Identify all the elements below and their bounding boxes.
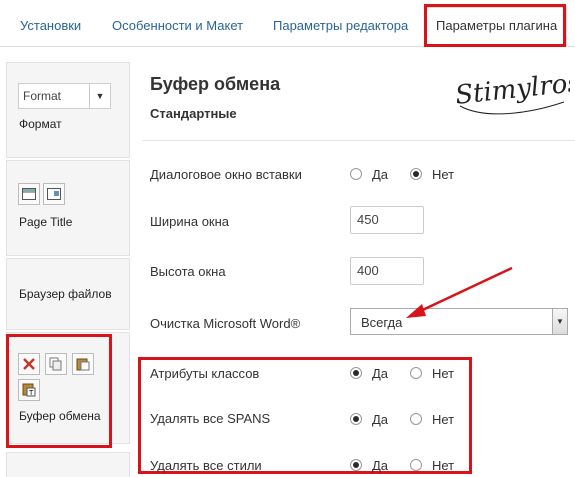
page-title-icon [18,183,40,205]
paste-dialog-no-label: Нет [432,167,455,182]
paste-dialog-label: Диалоговое окно вставки [150,167,302,182]
remove-spans-yes-label: Да [372,412,389,427]
chevron-down-icon[interactable]: ▼ [552,309,567,334]
tab-plugin-params[interactable]: Параметры плагина [426,7,568,46]
tab-bar: Установки Особенности и Макет Параметры … [0,0,575,47]
class-attrs-yes-label: Да [372,366,389,381]
paste-dialog-yes-label: Да [372,167,389,182]
remove-spans-yes-radio[interactable] [350,413,362,425]
sidebar-item-label: Формат [19,117,62,131]
remove-styles-no-radio[interactable] [410,459,422,471]
divider [142,140,575,141]
tab-settings[interactable]: Установки [20,0,81,46]
sidebar-item-format[interactable]: Format ▼ Формат [6,62,130,158]
paste-icon [72,353,94,375]
paste-dialog-yes-radio[interactable] [350,168,362,180]
window-width-label: Ширина окна [150,214,230,229]
copy-icon [45,353,67,375]
remove-styles-label: Удалять все стили [150,458,262,473]
svg-text:T: T [29,390,34,397]
sidebar-item-file-browser[interactable]: Браузер файлов [6,258,130,330]
signature-watermark: Stimylrosta [452,58,575,128]
paste-text-icon: T [18,379,40,401]
sidebar-item-label: Браузер файлов [19,287,112,301]
sidebar-item-clipboard[interactable]: T Буфер обмена [6,332,130,444]
section-title: Стандартные [150,106,237,121]
window-height-label: Высота окна [150,264,226,279]
word-cleanup-value: Всегда [361,315,403,330]
tab-editor-params[interactable]: Параметры редактора [273,0,408,46]
word-cleanup-label: Очистка Microsoft Word® [150,316,301,331]
format-select[interactable]: Format ▼ [18,83,111,109]
paste-dialog-no-radio[interactable] [410,168,422,180]
class-attrs-label: Атрибуты классов [150,366,260,381]
sidebar-item-page-title[interactable]: Page Title [6,160,130,256]
page-title: Буфер обмена [150,74,281,94]
remove-styles-no-label: Нет [432,458,455,473]
remove-spans-label: Удалять все SPANS [150,411,271,426]
chevron-down-icon: ▼ [89,84,110,108]
remove-spans-no-label: Нет [432,412,455,427]
signature-text: Stimylrosta [454,65,570,111]
window-width-input[interactable]: 450 [350,206,424,234]
class-attrs-no-radio[interactable] [410,367,422,379]
remove-spans-no-radio[interactable] [410,413,422,425]
sidebar-item-next[interactable] [6,452,130,477]
red-arrow-icon [406,266,513,318]
remove-styles-yes-radio[interactable] [350,459,362,471]
class-attrs-no-label: Нет [432,366,455,381]
tab-features-layout[interactable]: Особенности и Макет [112,0,243,46]
page-title-alt-icon [43,183,65,205]
format-select-value: Format [23,89,62,103]
sidebar-item-label: Буфер обмена [19,409,101,423]
cut-icon [18,353,40,375]
remove-styles-yes-label: Да [372,458,389,473]
class-attrs-yes-radio[interactable] [350,367,362,379]
sidebar-item-label: Page Title [19,215,73,229]
